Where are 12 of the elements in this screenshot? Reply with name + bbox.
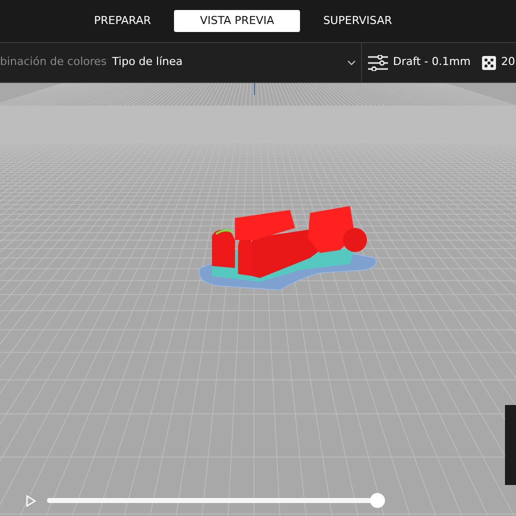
profile-label[interactable]: Draft - 0.1mm [393, 54, 471, 71]
color-scheme-label: binación de colores [0, 54, 107, 70]
sliders-icon[interactable] [368, 54, 388, 70]
infill-value[interactable]: 20 [501, 54, 516, 71]
infill-icon[interactable] [482, 56, 496, 70]
mode-tab[interactable]: PREPARAR [82, 10, 164, 32]
chevron-down-icon[interactable] [346, 60, 356, 66]
mode-tab[interactable]: SUPERVISAR [311, 10, 404, 32]
playback-slider[interactable] [47, 493, 385, 508]
mode-tab[interactable]: VISTA PREVIA [174, 10, 300, 32]
dropdown-value[interactable]: Tipo de línea [112, 54, 183, 71]
slider-handle[interactable] [370, 493, 385, 508]
